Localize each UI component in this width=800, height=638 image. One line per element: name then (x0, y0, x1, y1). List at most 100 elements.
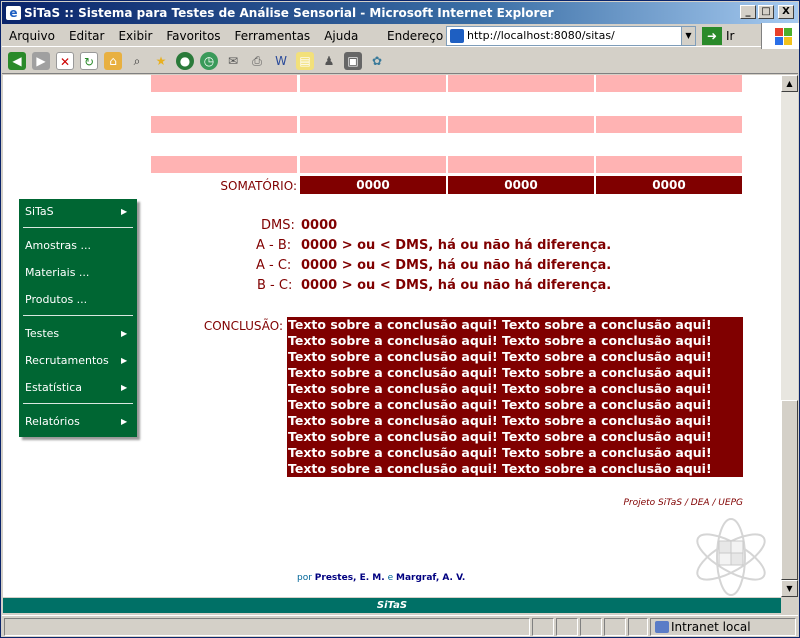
close-button[interactable]: X (778, 5, 794, 19)
authors-by: por (297, 573, 312, 583)
refresh-icon[interactable]: ↻ (80, 51, 98, 70)
table-cell (151, 75, 297, 92)
back-icon[interactable]: ◀ (8, 51, 26, 70)
submenu-arrow-icon: ▶ (121, 356, 128, 365)
table-cell (300, 116, 446, 133)
menu-item-recrutamentos[interactable]: Recrutamentos (25, 354, 109, 367)
toolbar: ◀ ▶ ✕ ↻ ⌂ ⌕ ★ ● ◷ ✉ ⎙ W ▤ ♟ ▣ ✿ (2, 48, 798, 74)
status-text-cell (4, 618, 530, 636)
menu-item-produtos[interactable]: Produtos ... (25, 293, 87, 306)
forward-icon[interactable]: ▶ (32, 51, 50, 70)
conclusao-line: Texto sobre a conclusão aqui! Texto sobr… (288, 333, 712, 348)
search-icon[interactable]: ⌕ (128, 52, 146, 70)
menu-favoritos[interactable]: Favoritos (159, 29, 227, 43)
scroll-down-icon[interactable]: ▼ (781, 580, 798, 597)
table-cell (596, 75, 742, 92)
footer-bar: SiTaS (3, 598, 781, 613)
dms-value: 0000 (301, 218, 338, 233)
status-cell (532, 618, 554, 636)
somatorio-value: 0000 (448, 176, 594, 194)
status-cell (580, 618, 602, 636)
minimize-button[interactable]: _ (740, 5, 756, 19)
maximize-button[interactable]: □ (758, 5, 774, 19)
conclusao-label: CONCLUSÃO: (203, 319, 283, 333)
menu-ferramentas[interactable]: Ferramentas (228, 29, 318, 43)
scroll-thumb[interactable] (781, 400, 798, 580)
authors-credit: por Prestes, E. M. e Margraf, A. V. (297, 573, 465, 583)
conclusao-line: Texto sobre a conclusão aqui! Texto sobr… (288, 397, 712, 412)
menu-item-amostras[interactable]: Amostras ... (25, 239, 91, 252)
menu-arquivo[interactable]: Arquivo (2, 29, 62, 43)
menu-exibir[interactable]: Exibir (111, 29, 159, 43)
comparison-label: B - C: (257, 278, 293, 293)
menu-divider (23, 315, 133, 316)
discuss-icon[interactable]: ▤ (296, 51, 314, 70)
title-bar: e SiTaS :: Sistema para Testes de Anális… (2, 2, 798, 24)
menu-divider (23, 227, 133, 228)
menu-item-materiais[interactable]: Materiais ... (25, 266, 89, 279)
stop-icon[interactable]: ✕ (56, 51, 74, 70)
vertical-scrollbar[interactable]: ▲ ▼ (781, 75, 798, 597)
intranet-icon (655, 621, 669, 633)
comparison-text: 0000 > ou < DMS, há ou não há diferença. (301, 278, 612, 293)
history-icon[interactable]: ◷ (200, 51, 218, 70)
menu-item-estatistica[interactable]: Estatística (25, 381, 82, 394)
favorites-icon[interactable]: ★ (152, 52, 170, 70)
table-cell (300, 156, 446, 173)
address-label: Endereço (387, 29, 444, 43)
comparison-label: A - C: (256, 258, 292, 273)
home-icon[interactable]: ⌂ (104, 51, 122, 70)
table-cell (448, 156, 594, 173)
address-bar[interactable]: http://localhost:8080/sitas/ ▼ (446, 26, 696, 46)
uepg-logo-icon (696, 518, 766, 596)
conclusao-line: Texto sobre a conclusão aqui! Texto sobr… (288, 445, 712, 460)
security-zone: Intranet local (650, 618, 796, 636)
submenu-arrow-icon: ▶ (121, 383, 128, 392)
address-url: http://localhost:8080/sitas/ (467, 29, 615, 42)
windows-logo-icon (761, 23, 799, 49)
menu-item-testes[interactable]: Testes (25, 327, 59, 340)
research-icon[interactable]: ▣ (344, 51, 362, 70)
zone-label: Intranet local (671, 620, 751, 634)
scroll-up-icon[interactable]: ▲ (781, 75, 798, 92)
comparison-text: 0000 > ou < DMS, há ou não há diferença. (301, 258, 612, 273)
table-cell (448, 75, 594, 92)
media-icon[interactable]: ● (176, 51, 194, 70)
status-cell (604, 618, 626, 636)
table-cell (300, 75, 446, 92)
status-bar: Intranet local (2, 615, 798, 637)
edit-icon[interactable]: W (272, 52, 290, 70)
address-dropdown-icon[interactable]: ▼ (681, 27, 695, 45)
submenu-arrow-icon: ▶ (121, 417, 128, 426)
menu-item-sitas[interactable]: SiTaS (25, 205, 54, 218)
page-icon (450, 29, 464, 43)
conclusao-text: Texto sobre a conclusão aqui! Texto sobr… (287, 317, 743, 477)
menu-ajuda[interactable]: Ajuda (317, 29, 365, 43)
window-title: SiTaS :: Sistema para Testes de Análise … (24, 6, 554, 20)
dms-label: DMS: (261, 218, 295, 233)
menu-divider (23, 403, 133, 404)
author-prestes: Prestes, E. M. (314, 573, 385, 583)
go-arrow-icon[interactable]: ➜ (702, 27, 722, 45)
status-cell (628, 618, 648, 636)
print-icon[interactable]: ⎙ (248, 52, 266, 70)
tools-icon[interactable]: ✿ (368, 52, 386, 70)
mail-icon[interactable]: ✉ (224, 52, 242, 70)
menu-item-relatorios[interactable]: Relatórios (25, 415, 80, 428)
conclusao-line: Texto sobre a conclusão aqui! Texto sobr… (288, 349, 712, 364)
messenger-icon[interactable]: ♟ (320, 52, 338, 70)
submenu-arrow-icon: ▶ (121, 207, 128, 216)
project-credit: Projeto SiTaS / DEA / UEPG (623, 498, 743, 508)
table-cell (596, 116, 742, 133)
conclusao-line: Texto sobre a conclusão aqui! Texto sobr… (288, 413, 712, 428)
table-cell (596, 156, 742, 173)
authors-and: e (387, 573, 394, 583)
table-cell (448, 116, 594, 133)
comparison-text: 0000 > ou < DMS, há ou não há diferença. (301, 238, 612, 253)
somatorio-value: 0000 (300, 176, 446, 194)
ie-icon: e (6, 6, 21, 20)
go-button[interactable]: Ir (726, 29, 734, 43)
author-margraf: Margraf, A. V. (395, 573, 466, 583)
menu-editar[interactable]: Editar (62, 29, 112, 43)
comparison-label: A - B: (256, 238, 292, 253)
